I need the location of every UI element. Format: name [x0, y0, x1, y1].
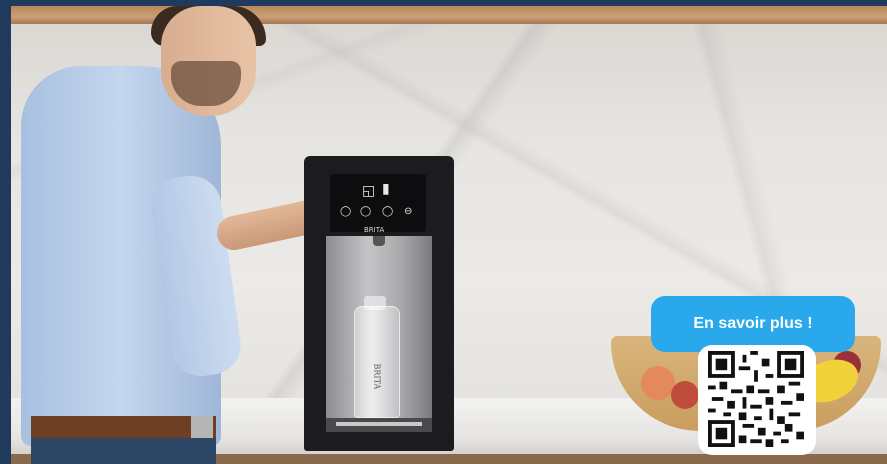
menu-icon: ⊖ — [404, 206, 413, 217]
still-water-icon: ◯ — [340, 206, 352, 217]
water-dispenser: ◱ ▮ ◯ ◯ ◯ ⊖ BRITA BRITA — [304, 156, 454, 451]
qr-code[interactable] — [708, 351, 804, 447]
control-panel: ◱ ▮ ◯ ◯ ◯ ⊖ — [330, 174, 426, 232]
photo-scene: ◱ ▮ ◯ ◯ ◯ ⊖ BRITA BRITA En savoir plus ! — [11, 6, 887, 464]
belt-buckle — [191, 416, 213, 438]
sparkling-water-icon: ◯ — [382, 206, 394, 217]
bottle-brand: BRITA — [372, 363, 382, 390]
drip-tray-slot — [336, 422, 422, 426]
man-figure — [11, 6, 349, 464]
glass-icon: ◱ — [362, 182, 376, 198]
learn-more-label: En savoir plus ! — [693, 315, 813, 332]
spout — [373, 236, 385, 246]
jeans — [31, 438, 216, 464]
learn-more-button[interactable]: En savoir plus ! — [651, 296, 855, 352]
dispenser-brand: BRITA — [364, 226, 385, 234]
bottle-icon: ▮ — [382, 180, 390, 196]
belt — [31, 416, 216, 438]
glass-bottle — [354, 306, 400, 418]
still-water-icon: ◯ — [360, 206, 372, 217]
apple — [671, 381, 699, 409]
apple — [641, 366, 675, 400]
